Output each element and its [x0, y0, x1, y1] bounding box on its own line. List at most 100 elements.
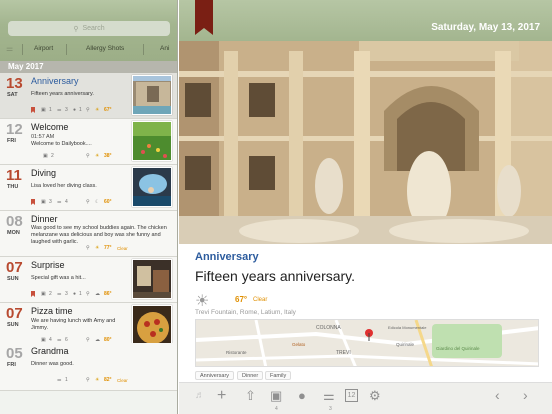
bookmark-ribbon-icon[interactable] [195, 0, 213, 35]
tag-filter-allergy-shots[interactable]: Allergy Shots [86, 45, 124, 52]
tag-count: 4 [65, 199, 68, 205]
gear-icon[interactable]: ⚙ [369, 389, 381, 402]
add-icon[interactable]: + [217, 388, 226, 404]
entry-text: We are having lunch with Amy and Jimmy. [31, 318, 116, 331]
camera-icon: ▣ [41, 291, 46, 297]
entry-day: 12 [6, 121, 23, 138]
entry-weekday: FRI [7, 138, 16, 144]
entry-weekday: SAT [7, 92, 18, 98]
entry-title: Anniversary [31, 76, 79, 86]
entry-thumbnail [132, 167, 172, 207]
pin-icon: ⚲ [86, 245, 90, 251]
weather-condition: Clear [253, 297, 268, 303]
map-label: Quirinale [396, 342, 415, 347]
location-map[interactable]: COLONNA Edicola Monumentale Quirinale TR… [195, 319, 539, 367]
tag-family[interactable]: Family [265, 371, 292, 380]
camera-icon[interactable]: ▣ [270, 389, 282, 402]
tag-filter-bar: ⚌ Airport Allergy Shots Ani [0, 42, 177, 57]
entry-meta: ⚌ 1 ⚲ ☀ 82° Clear [31, 377, 172, 386]
entry-weekday: MON [7, 230, 20, 236]
tag-icon: ⚌ [57, 377, 62, 383]
map-label: COLONNA [316, 325, 341, 331]
entry-title: Surprise [31, 260, 65, 270]
list-item[interactable]: 05 FRI Grandma Dinner was good. ⚌ 1 ⚲ ☀ … [0, 343, 177, 391]
list-item[interactable]: 07 SUN Surprise Special gift was a hit..… [0, 257, 177, 303]
mic-icon: ● [73, 107, 77, 113]
entry-meta: ⚲ ☀ 77° Clear [31, 245, 172, 254]
entry-temp: 38° [104, 153, 112, 159]
sun-icon: ☀ [95, 107, 100, 113]
map-label: Giardino del Quirinale [436, 346, 480, 351]
photo-count: 2 [49, 291, 52, 297]
sun-icon: ☀ [95, 153, 100, 159]
entry-thumbnail [132, 121, 172, 161]
share-icon[interactable]: ⇧ [245, 389, 256, 402]
tag-icon: ⚌ [57, 199, 62, 205]
photo-count: 3 [49, 199, 52, 205]
list-item[interactable]: 08 MON Dinner Was good to see my school … [0, 211, 177, 257]
entry-text: Lisa loved her diving class. [31, 183, 97, 189]
weather-temp: 67° [235, 295, 248, 304]
pin-icon: ⚲ [86, 199, 90, 205]
entry-weekday: SUN [7, 322, 19, 328]
bottom-toolbar: ♬ + ⇧ ▣ 4 ● ⚌ 3 12 ⚙ ‹ › [179, 382, 552, 414]
tag-filter-airport[interactable]: Airport [34, 45, 53, 52]
tag-count: 3 [65, 107, 68, 113]
entry-day: 08 [6, 213, 23, 230]
cloud-icon: ☁ [95, 291, 100, 297]
entry-temp: 67° [104, 107, 112, 113]
bookmark-icon [31, 291, 35, 297]
camera-icon: ▣ [43, 153, 48, 159]
divider [66, 44, 67, 55]
photo-count: 1 [49, 107, 52, 113]
search-input[interactable]: ⚲ Search [8, 21, 170, 36]
mic-icon[interactable]: ● [298, 389, 306, 402]
audio-count: 1 [79, 107, 82, 113]
entry-title: Grandma [31, 346, 69, 356]
tag-icon: ⚌ [57, 291, 62, 297]
bookmark-icon [31, 199, 35, 205]
entry-text: Welcome to Dailybook.... [31, 141, 92, 147]
tag-icon: ⚌ [6, 44, 14, 53]
entry-day: 13 [6, 75, 23, 92]
pin-icon: ⚲ [86, 153, 90, 159]
tag-count: 3 [65, 291, 68, 297]
map-label: Ristorante [226, 350, 247, 355]
entry-day: 07 [6, 305, 23, 322]
entry-thumbnail [132, 305, 172, 345]
tag-icon[interactable]: ⚌ [323, 389, 335, 402]
tag-filter-ani[interactable]: Ani [160, 45, 169, 52]
entry-temp: 82° [104, 377, 112, 383]
speaker-icon[interactable]: ♬ [195, 389, 205, 402]
entry-location: Trevi Fountain, Rome, Latium, Italy [195, 309, 296, 316]
entry-photo[interactable] [179, 41, 552, 244]
entry-condition: Clear [117, 245, 128, 251]
divider [22, 44, 23, 55]
entry-title: Pizza time [31, 306, 73, 316]
list-item[interactable]: 11 THU Diving Lisa loved her diving clas… [0, 165, 177, 211]
divider [143, 44, 144, 55]
entry-time: 01:57 AM [31, 134, 55, 140]
entry-detail: Saturday, May 13, 2017 Anniversary Fifte… [179, 0, 552, 414]
tag-count: 1 [65, 377, 68, 383]
entry-temp: 60° [104, 199, 112, 205]
list-item[interactable]: 12 FRI Welcome 01:57 AM Welcome to Daily… [0, 119, 177, 165]
entry-body[interactable]: Fifteen years anniversary. [195, 268, 355, 284]
calendar-icon[interactable]: 12 [345, 389, 358, 402]
sun-icon: ☀ [95, 377, 100, 383]
mic-icon: ● [73, 291, 77, 297]
entry-title: Diving [31, 168, 57, 178]
map-label: TREVI [336, 350, 351, 356]
entry-title: Anniversary [195, 251, 259, 263]
detail-header: Saturday, May 13, 2017 [179, 0, 552, 41]
entry-text: Was good to see my school buddies again.… [31, 225, 167, 245]
tag-dinner[interactable]: Dinner [237, 371, 264, 380]
camera-icon: ▣ [41, 199, 46, 205]
previous-entry-icon[interactable]: ‹ [495, 388, 500, 402]
entry-day: 05 [6, 345, 23, 362]
tag-anniversary[interactable]: Anniversary [195, 371, 235, 380]
list-item[interactable]: 13 SAT Anniversary Fifteen years anniver… [0, 73, 177, 119]
next-entry-icon[interactable]: › [523, 388, 528, 402]
entry-text: Fifteen years anniversary. [31, 91, 94, 97]
pin-icon: ⚲ [86, 291, 90, 297]
